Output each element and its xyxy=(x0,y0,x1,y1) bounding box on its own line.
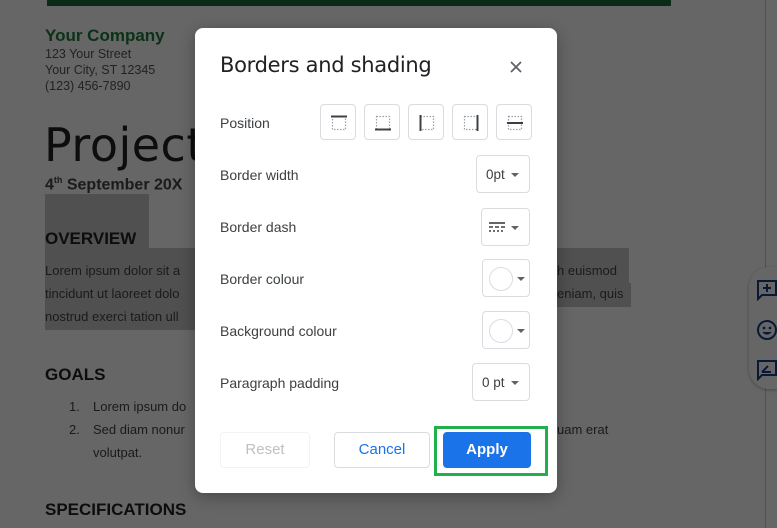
background-colour-picker[interactable] xyxy=(482,311,530,349)
chevron-down-icon xyxy=(517,329,525,333)
paragraph-padding-label: Paragraph padding xyxy=(220,375,340,391)
border-colour-label: Border colour xyxy=(220,271,305,287)
chevron-down-icon xyxy=(517,277,525,281)
chevron-down-icon xyxy=(511,173,519,177)
border-left-icon xyxy=(419,115,435,131)
position-label: Position xyxy=(220,115,270,131)
border-dash-dropdown[interactable] xyxy=(481,208,530,246)
position-top-border-button[interactable] xyxy=(320,104,356,140)
dialog-title: Borders and shading xyxy=(220,53,432,77)
apply-button[interactable]: Apply xyxy=(443,432,531,468)
border-width-value: 0pt xyxy=(486,167,505,182)
border-between-icon xyxy=(507,115,523,131)
position-right-border-button[interactable] xyxy=(452,104,488,140)
chevron-down-icon xyxy=(511,381,519,385)
border-colour-swatch xyxy=(489,267,513,291)
border-width-dropdown[interactable]: 0pt xyxy=(476,155,530,193)
close-button[interactable] xyxy=(504,55,528,79)
reset-button[interactable]: Reset xyxy=(220,432,310,468)
cancel-button[interactable]: Cancel xyxy=(334,432,430,468)
border-top-icon xyxy=(331,115,347,131)
paragraph-padding-dropdown[interactable]: 0 pt xyxy=(472,363,530,401)
borders-and-shading-dialog: Borders and shading Position Border widt… xyxy=(195,28,557,493)
dash-style-icon xyxy=(489,222,505,232)
border-colour-picker[interactable] xyxy=(482,259,530,297)
paragraph-padding-value: 0 pt xyxy=(482,375,505,390)
position-left-border-button[interactable] xyxy=(408,104,444,140)
border-bottom-icon xyxy=(375,115,391,131)
border-width-label: Border width xyxy=(220,167,299,183)
border-right-icon xyxy=(463,115,479,131)
background-colour-swatch xyxy=(489,319,513,343)
position-between-border-button[interactable] xyxy=(496,104,532,140)
close-icon xyxy=(510,61,522,73)
background-colour-label: Background colour xyxy=(220,323,337,339)
border-dash-label: Border dash xyxy=(220,219,297,235)
chevron-down-icon xyxy=(511,226,519,230)
position-bottom-border-button[interactable] xyxy=(364,104,400,140)
